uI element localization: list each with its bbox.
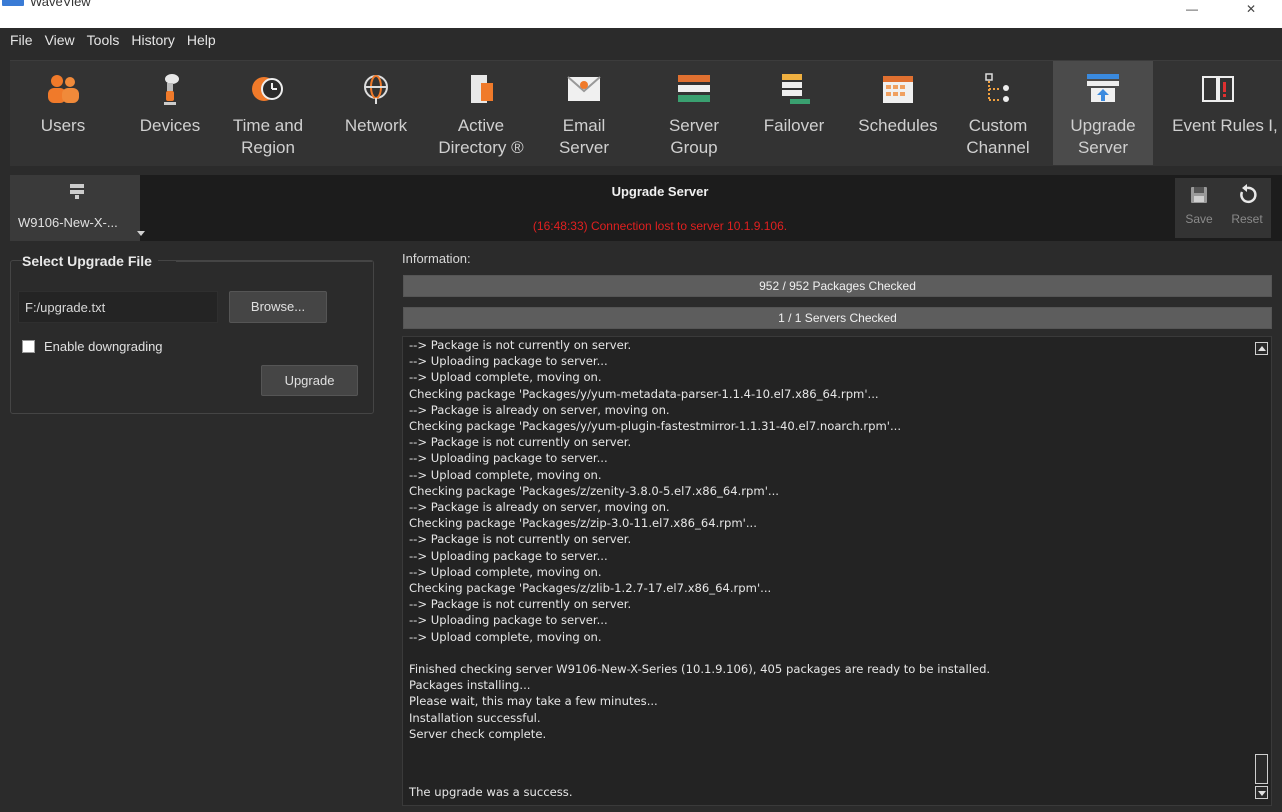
reset-label: Reset <box>1231 212 1263 226</box>
log-text: --> Package is not currently on server. … <box>409 338 991 741</box>
group-title: Select Upgrade File <box>22 253 158 269</box>
server-icon <box>70 184 84 199</box>
tool-label: Schedules <box>858 116 938 135</box>
reset-icon <box>1240 184 1257 204</box>
tool-label: Email Server <box>558 116 610 157</box>
upgrade-server-icon <box>1087 74 1119 102</box>
server-group-icon <box>678 75 710 102</box>
browse-button[interactable]: Browse... <box>229 291 327 323</box>
menu-bar: File View Tools History Help <box>0 28 1282 52</box>
packages-progress-text: 952 / 952 Packages Checked <box>759 279 916 293</box>
settings-toolbar: Users Devices Time and Region Network Ac… <box>10 60 1282 166</box>
menu-tools[interactable]: Tools <box>87 32 120 48</box>
log-final-message: The upgrade was a success. <box>409 785 573 799</box>
scroll-up-button[interactable] <box>1255 342 1268 355</box>
servers-progress-text: 1 / 1 Servers Checked <box>778 311 897 325</box>
tool-active-directory[interactable]: Active Directory ® <box>438 61 524 165</box>
menu-history[interactable]: History <box>131 32 175 48</box>
menu-view[interactable]: View <box>45 32 75 48</box>
failover-icon <box>782 74 810 104</box>
page-title: Upgrade Server <box>611 184 709 199</box>
server-selector-label: W9106-New-X-... <box>18 215 118 230</box>
tool-upgrade-server[interactable]: Upgrade Server <box>1053 61 1153 165</box>
tool-label: Time and Region <box>232 116 304 157</box>
tool-users[interactable]: Users <box>28 61 98 165</box>
book-icon <box>1202 76 1234 102</box>
connection-status: (16:48:33) Connection lost to server 10.… <box>532 219 788 233</box>
tool-network[interactable]: Network <box>338 61 414 165</box>
title-bar: WaveView — ✕ <box>0 0 1282 28</box>
enable-downgrading-checkbox[interactable] <box>22 340 35 353</box>
packages-progress-bar: 952 / 952 Packages Checked <box>403 275 1272 297</box>
tool-label: Failover <box>763 116 825 135</box>
tool-time-region[interactable]: Time and Region <box>228 61 308 165</box>
upgrade-button[interactable]: Upgrade <box>261 365 358 396</box>
servers-progress-bar: 1 / 1 Servers Checked <box>403 307 1272 329</box>
custom-channel-icon <box>985 73 1009 102</box>
tool-custom-channel[interactable]: Custom Channel <box>958 61 1038 165</box>
users-icon <box>48 75 79 103</box>
tool-label: I, <box>1268 116 1278 135</box>
tool-label: Devices <box>139 116 201 135</box>
tool-label: Users <box>40 116 86 135</box>
reset-button[interactable]: Reset <box>1223 178 1271 238</box>
tool-label: Upgrade Server <box>1070 116 1136 157</box>
envelope-icon <box>567 76 601 101</box>
tool-label: Active Directory ® <box>438 116 524 157</box>
upgrade-file-input[interactable] <box>18 291 218 323</box>
minimize-button[interactable]: — <box>1186 2 1198 16</box>
tool-failover[interactable]: Failover <box>754 61 834 165</box>
network-globe-icon <box>364 75 388 104</box>
menu-help[interactable]: Help <box>187 32 216 48</box>
tool-schedules[interactable]: Schedules <box>848 61 948 165</box>
enable-downgrading-label: Enable downgrading <box>44 339 163 354</box>
tool-event-rules[interactable]: Event Rules <box>1170 61 1266 165</box>
server-selector[interactable]: W9106-New-X-... <box>10 175 145 241</box>
menu-file[interactable]: File <box>10 32 33 48</box>
tool-label: Event Rules <box>1172 116 1264 135</box>
camera-icon <box>164 74 179 105</box>
chevron-down-icon <box>137 231 145 236</box>
clock-globe-icon <box>252 77 283 101</box>
tool-server-group[interactable]: Server Group <box>656 61 732 165</box>
scroll-down-button[interactable] <box>1255 786 1268 799</box>
tool-devices[interactable]: Devices <box>130 61 210 165</box>
group-divider <box>176 261 372 262</box>
save-label: Save <box>1185 212 1213 226</box>
close-button[interactable]: ✕ <box>1246 2 1256 16</box>
tool-overflow[interactable]: I, <box>1266 61 1280 165</box>
information-label: Information: <box>402 251 471 266</box>
tool-label: Network <box>344 116 408 135</box>
window-title: WaveView <box>30 0 91 9</box>
upgrade-log[interactable]: --> Package is not currently on server. … <box>402 336 1272 806</box>
save-icon <box>1191 187 1207 203</box>
directory-icon <box>471 75 493 103</box>
tool-label: Server Group <box>668 116 720 157</box>
calendar-icon <box>883 76 913 103</box>
header-actions: Save Reset <box>1175 178 1271 238</box>
app-logo-icon <box>2 0 24 6</box>
scrollbar-thumb[interactable] <box>1255 754 1268 784</box>
tool-label: Custom Channel <box>966 116 1030 157</box>
save-button[interactable]: Save <box>1175 178 1223 238</box>
tool-email-server[interactable]: Email Server <box>546 61 622 165</box>
